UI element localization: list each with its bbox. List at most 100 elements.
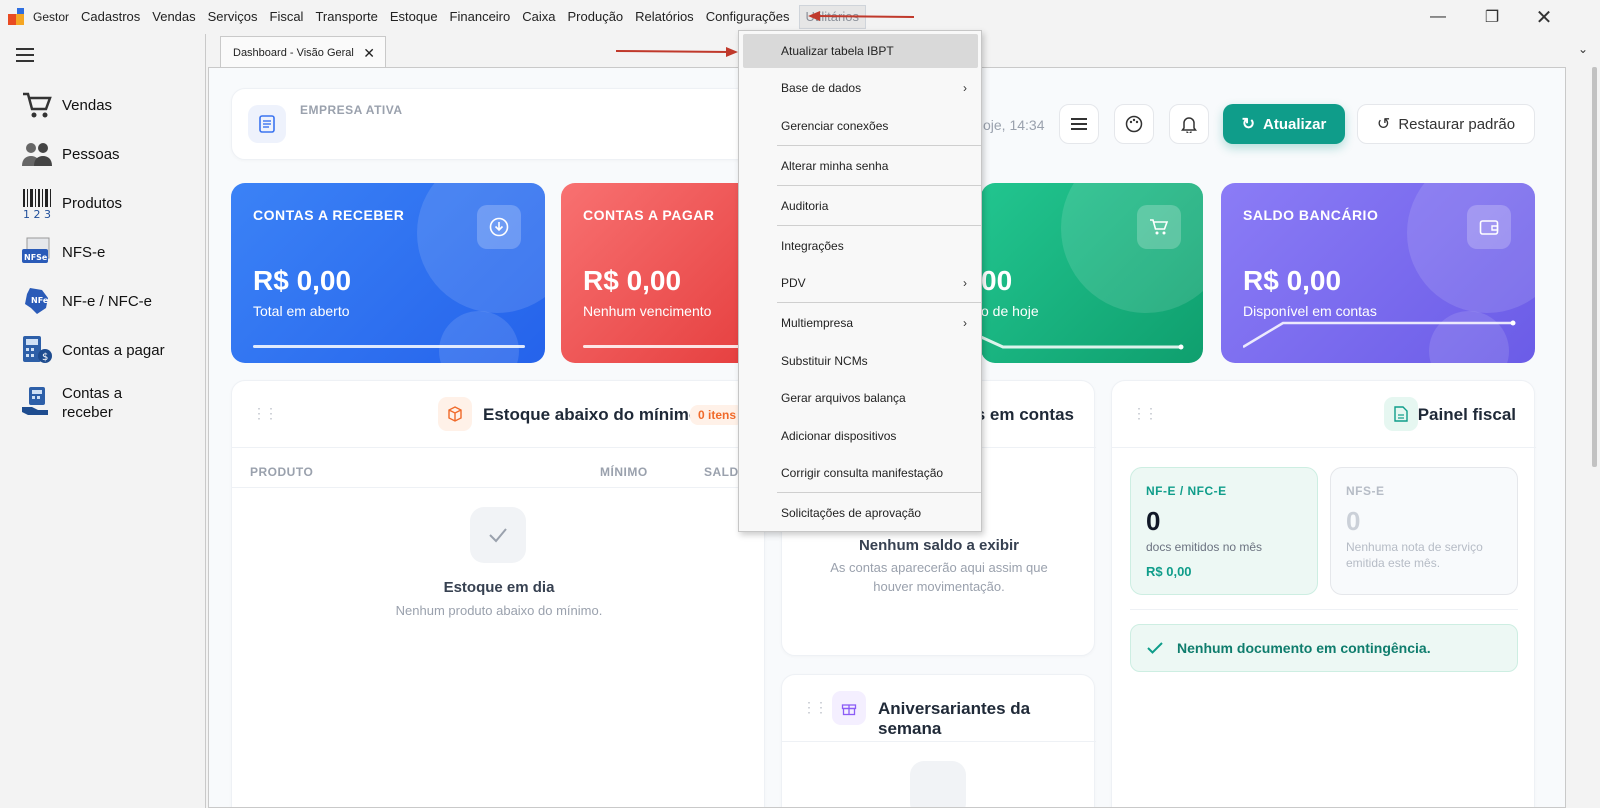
menu-item-adicionar-dispositivos[interactable]: Adicionar dispositivos — [739, 419, 981, 453]
scrollbar-thumb[interactable] — [1592, 67, 1597, 467]
kpi-sparkline — [1243, 320, 1516, 349]
menu-item-pdv[interactable]: PDV › — [739, 266, 981, 300]
menu-fiscal[interactable]: Fiscal — [264, 0, 310, 34]
menu-caixa[interactable]: Caixa — [516, 0, 561, 34]
refresh-button[interactable]: ↻ Atualizar — [1223, 104, 1345, 144]
chevron-right-icon: › — [963, 316, 967, 330]
refresh-label: Atualizar — [1263, 115, 1327, 133]
sidebar-item-contas-pagar[interactable]: $ Contas a pagar — [20, 333, 165, 367]
estoque-empty-title: Estoque em dia — [443, 579, 555, 596]
empresa-ativa-card: EMPRESA ATIVA — [231, 88, 751, 160]
menu-relatorios[interactable]: Relatórios — [629, 0, 700, 34]
menu-servicos[interactable]: Serviços — [202, 0, 264, 34]
sidebar-item-label: Contas a receber — [62, 385, 123, 421]
sidebar-item-nfe[interactable]: NFe NF-e / NFC-e — [20, 284, 152, 318]
menu-item-multiempresa[interactable]: Multiempresa › — [739, 306, 981, 340]
menu-item-gerenciar-conexoes[interactable]: Gerenciar conexões — [739, 109, 981, 143]
drag-handle-icon[interactable]: ⋮⋮ — [1132, 405, 1158, 422]
wallet-icon — [1467, 205, 1511, 249]
notifications-button[interactable] — [1169, 104, 1209, 144]
estoque-title: Estoque abaixo do mínimo — [483, 405, 700, 424]
kpi-label: SALDO BANCÁRIO — [1243, 207, 1379, 223]
hand-money-icon — [20, 384, 54, 418]
nfe-subtitle: docs emitidos no mês — [1146, 540, 1263, 554]
tab-dashboard[interactable]: Dashboard - Visão Geral ✕ — [220, 36, 386, 68]
fiscal-document-icon — [1384, 397, 1418, 431]
saldos-empty-subtitle-2: houver movimentação. — [873, 579, 1005, 594]
chevron-right-icon: › — [963, 81, 967, 95]
menu-item-alterar-senha[interactable]: Alterar minha senha — [739, 149, 981, 183]
sidebar-item-nfse[interactable]: NFSe NFS-e — [20, 235, 105, 269]
restore-default-button[interactable]: ↺ Restaurar padrão — [1357, 104, 1535, 144]
kpi-value: 00 — [981, 265, 1013, 296]
menu-item-solicitacoes-aprovacao[interactable]: Solicitações de aprovação — [739, 496, 981, 530]
refresh-icon: ↻ — [1241, 116, 1256, 133]
nfse-document-icon: NFSe — [20, 235, 54, 269]
menu-producao[interactable]: Produção — [562, 0, 630, 34]
palette-button[interactable] — [1114, 104, 1154, 144]
restore-window-icon[interactable]: ❐ — [1466, 0, 1518, 34]
menu-gestor[interactable]: Gestor — [27, 0, 75, 34]
estoque-count-badge: 0 itens — [690, 405, 745, 425]
aniversariantes-title: Aniversariantes da semana — [878, 699, 1031, 738]
sidebar-item-vendas[interactable]: Vendas — [20, 88, 112, 122]
menu-item-base-dados[interactable]: Base de dados › — [739, 71, 981, 105]
menu-item-label: Integrações — [781, 239, 844, 253]
menu-vendas[interactable]: Vendas — [146, 0, 201, 34]
menu-item-auditoria[interactable]: Auditoria — [739, 189, 981, 223]
drag-handle-icon[interactable]: ⋮⋮ — [252, 405, 278, 422]
last-update-timestamp: oje, 14:34 — [983, 117, 1045, 133]
vertical-scrollbar[interactable] — [1566, 67, 1600, 808]
menu-cadastros[interactable]: Cadastros — [75, 0, 146, 34]
reset-icon: ↺ — [1376, 116, 1391, 133]
sidebar-item-pessoas[interactable]: Pessoas — [20, 137, 120, 171]
utilitarios-dropdown-menu: Atualizar tabela IBPT Base de dados › Ger… — [738, 30, 982, 532]
menu-item-atualizar-ibpt[interactable]: Atualizar tabela IBPT — [743, 34, 978, 68]
menu-item-integracoes[interactable]: Integrações — [739, 229, 981, 263]
menu-item-label: Solicitações de aprovação — [781, 506, 922, 520]
tab-label: Dashboard - Visão Geral — [233, 46, 354, 59]
menu-configuracoes[interactable]: Configurações — [700, 0, 796, 34]
box-icon — [438, 397, 472, 431]
kpi-value: R$ 0,00 — [253, 265, 352, 296]
nfse-summary-card[interactable]: NFS-E 0 Nenhuma nota de serviço emitida … — [1330, 467, 1518, 595]
nfse-count: 0 — [1346, 506, 1361, 536]
menu-item-label: Auditoria — [781, 199, 829, 213]
menu-item-substituir-ncms[interactable]: Substituir NCMs — [739, 344, 981, 378]
nfse-subtitle-2: emitida este mês. — [1346, 556, 1441, 570]
nfe-summary-card[interactable]: NF-E / NFC-E 0 docs emitidos no mês R$ 0… — [1130, 467, 1318, 595]
hamburger-icon[interactable] — [16, 48, 34, 62]
menu-item-corrigir-manifestacao[interactable]: Corrigir consulta manifestação — [739, 456, 981, 490]
nfe-count: 0 — [1146, 506, 1161, 536]
gift-icon — [832, 691, 866, 725]
kpi-vendas-hoje: 00 o de hoje — [981, 183, 1203, 363]
sidebar-item-produtos[interactable]: 1 2 3 Produtos — [20, 186, 122, 220]
close-tab-icon[interactable]: ✕ — [363, 45, 375, 62]
nfe-amount: R$ 0,00 — [1146, 564, 1192, 579]
contingencia-status: Nenhum documento em contingência. — [1130, 624, 1518, 672]
barcode-icon: 1 2 3 — [20, 186, 54, 220]
menu-item-gerar-balanca[interactable]: Gerar arquivos balança — [739, 381, 981, 415]
drag-handle-icon[interactable]: ⋮⋮ — [802, 699, 828, 716]
menu-transporte[interactable]: Transporte — [309, 0, 383, 34]
sidebar-item-contas-receber[interactable]: Contas a receber — [20, 384, 122, 422]
menu-estoque[interactable]: Estoque — [384, 0, 444, 34]
menu-lines-button[interactable] — [1059, 104, 1099, 144]
kpi-contas-pagar: CONTAS A PAGAR R$ 0,00 Nenhum vencimento — [561, 183, 761, 363]
sidebar-item-label: NFS-e — [62, 243, 106, 261]
minimize-icon[interactable]: — — [1412, 0, 1464, 34]
kpi-subtitle: Nenhum vencimento — [583, 303, 712, 319]
kpi-label: CONTAS A PAGAR — [583, 207, 715, 223]
estoque-empty-subtitle: Nenhum produto abaixo do mínimo. — [395, 603, 603, 618]
chevron-down-icon[interactable]: ⌄ — [1578, 42, 1588, 56]
menu-item-label: Corrigir consulta manifestação — [781, 466, 944, 480]
menu-item-label: Atualizar tabela IBPT — [781, 44, 894, 58]
close-window-icon[interactable]: ✕ — [1518, 0, 1570, 34]
kpi-sparkline — [981, 335, 1184, 350]
menu-lines-icon — [1071, 118, 1087, 130]
menu-financeiro[interactable]: Financeiro — [444, 0, 517, 34]
kpi-value: R$ 0,00 — [1243, 265, 1342, 296]
sidebar-item-label: NF-e / NFC-e — [62, 292, 152, 310]
menu-item-label: Gerar arquivos balança — [781, 391, 906, 405]
menu-item-label: Base de dados — [781, 81, 862, 95]
